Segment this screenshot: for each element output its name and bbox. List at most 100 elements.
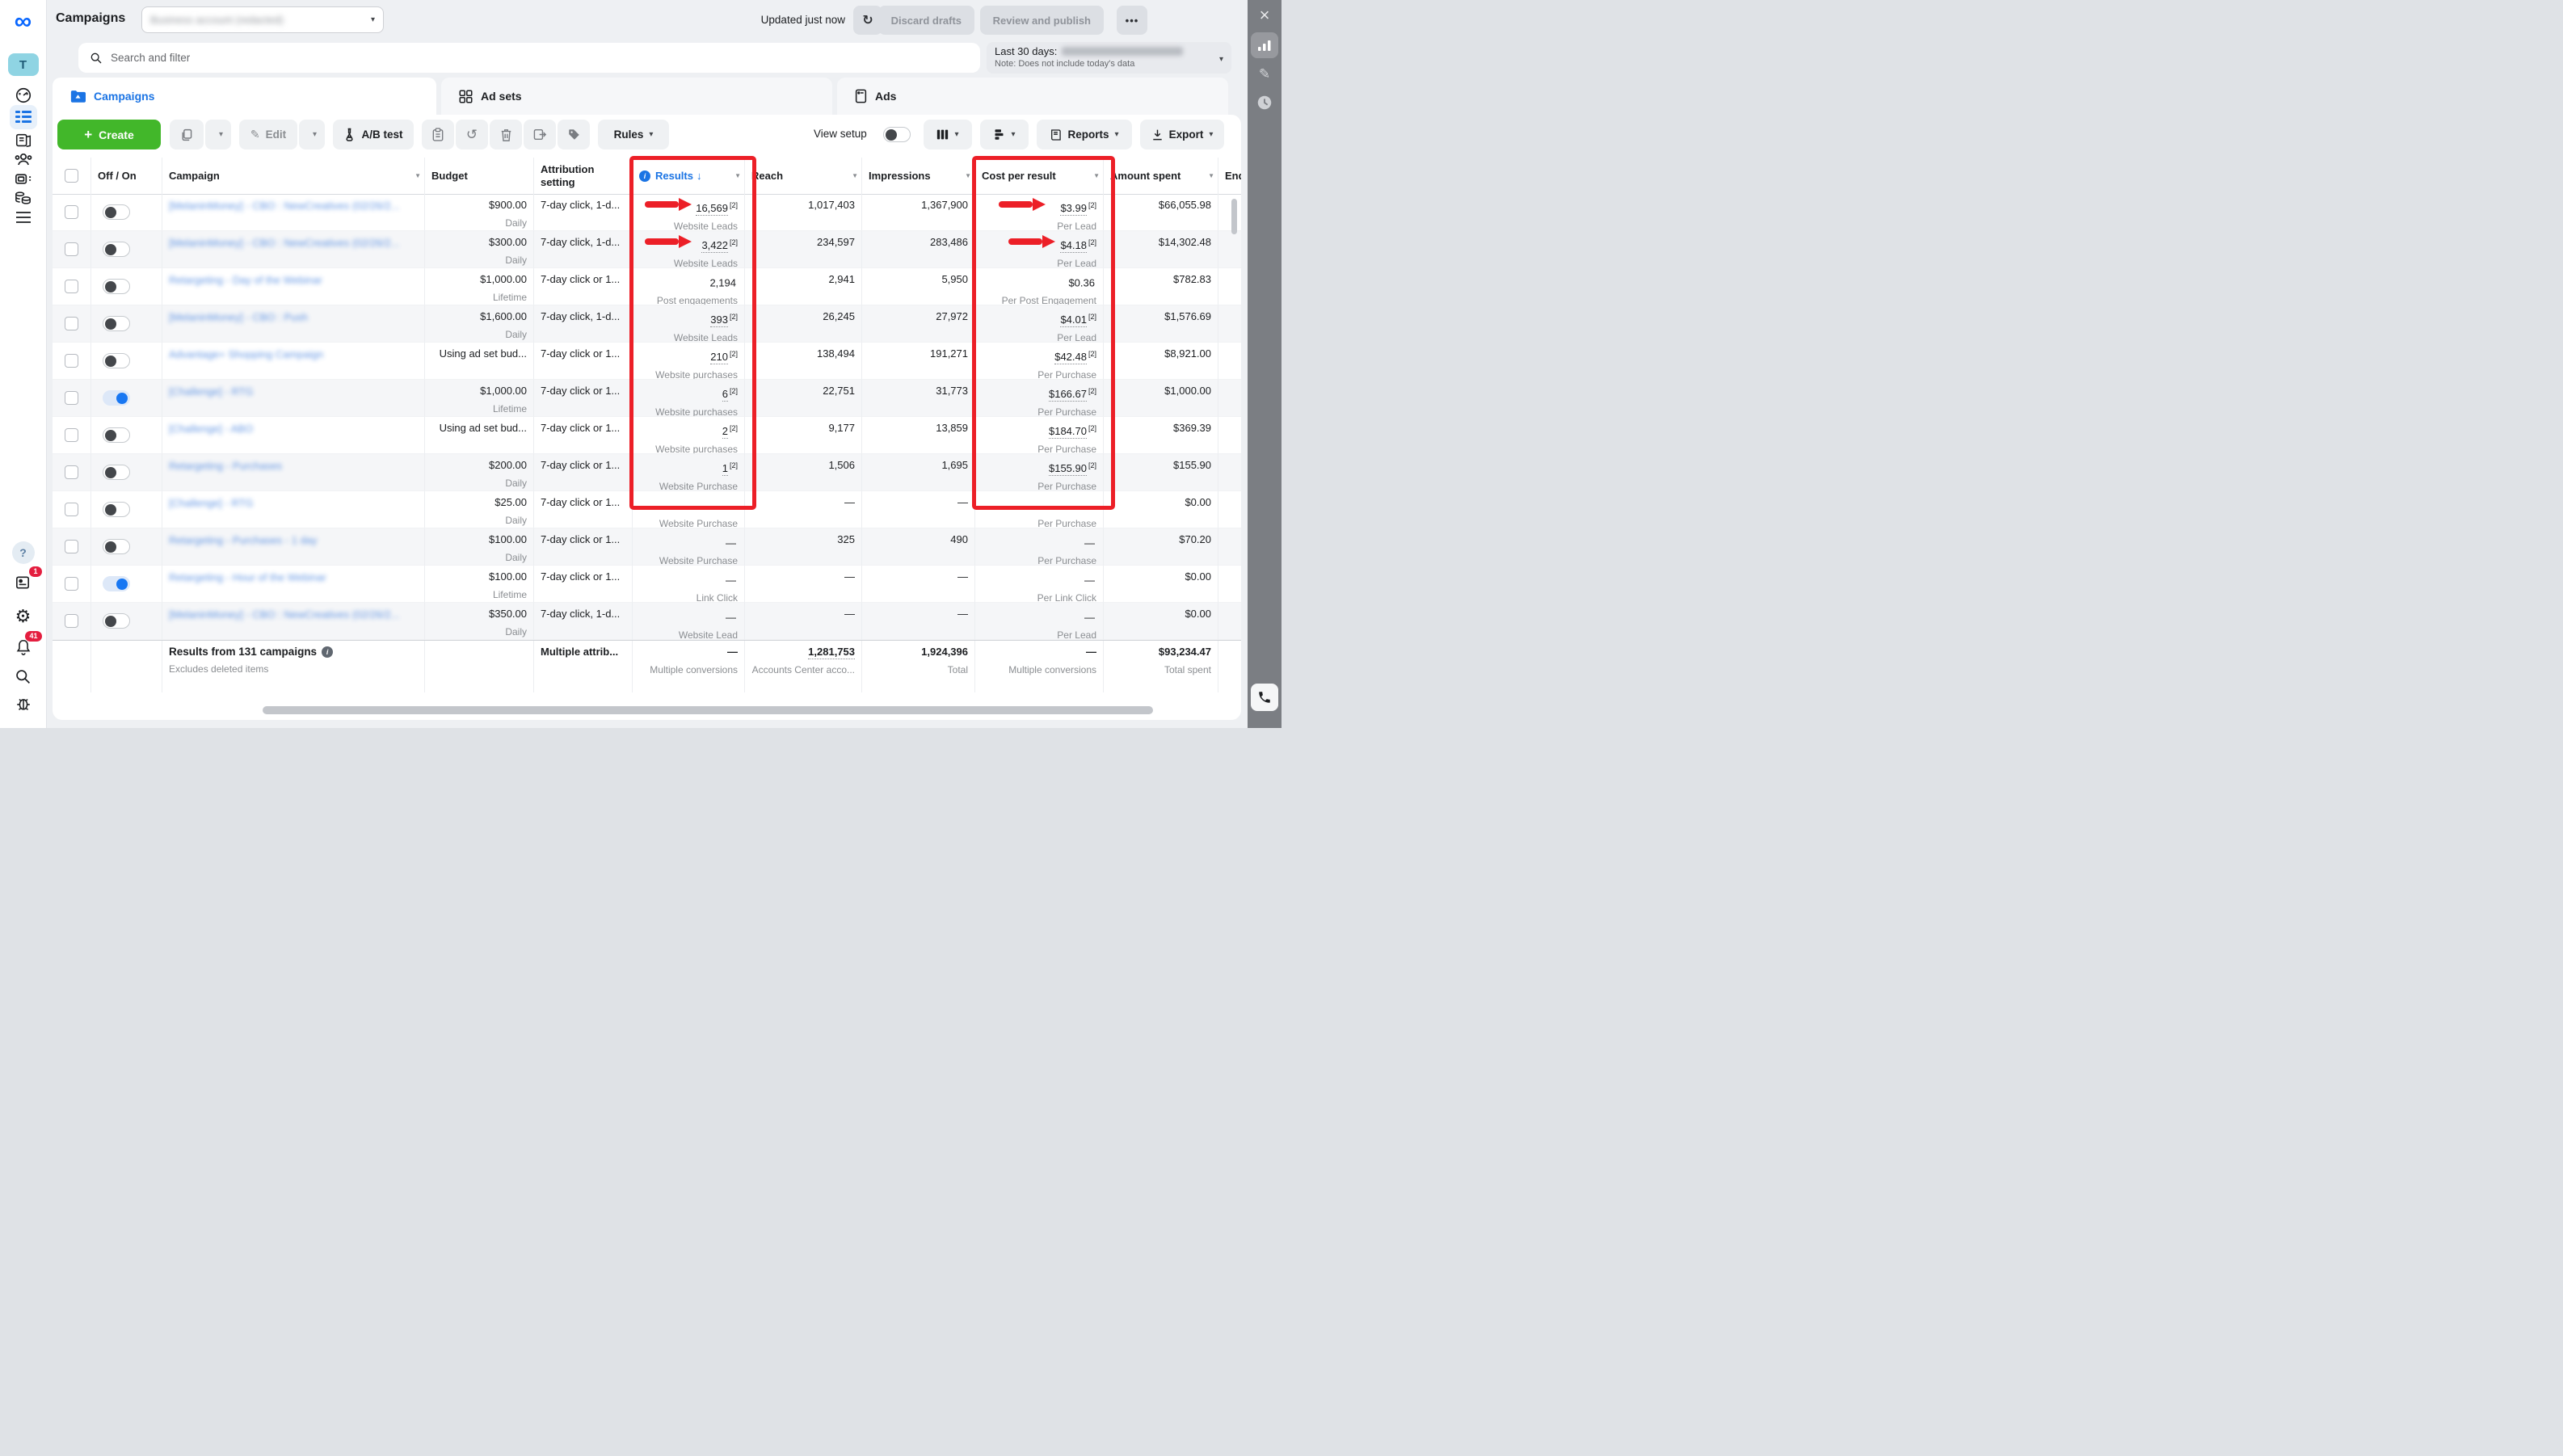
amount-spent-value: $155.90: [1110, 459, 1211, 472]
campaign-name[interactable]: [Challenge] - RTG: [169, 385, 254, 398]
campaign-name[interactable]: Advantage+ Shopping Campaign: [169, 348, 323, 360]
campaign-toggle[interactable]: [103, 502, 130, 517]
campaign-toggle[interactable]: [103, 204, 130, 220]
column-header-impressions[interactable]: Impressions▼: [862, 158, 975, 194]
cost-per-result-type: Per Lead: [982, 258, 1096, 268]
duplicate-caret-button[interactable]: ▾: [205, 120, 231, 149]
campaign-toggle[interactable]: [103, 427, 130, 443]
column-header-amount-spent[interactable]: Amount spent▼: [1104, 158, 1218, 194]
create-button[interactable]: +Create: [57, 120, 161, 149]
reports-button[interactable]: Reports▾: [1037, 120, 1132, 149]
campaign-toggle[interactable]: [103, 242, 130, 257]
date-range-selector[interactable]: Last 30 days: Note: Does not include tod…: [987, 42, 1231, 74]
edit-button[interactable]: ✎Edit: [239, 120, 297, 149]
campaign-name[interactable]: [MelaninMoney] - CBO : NewCreatives (02/…: [169, 608, 399, 621]
horizontal-scrollbar[interactable]: [263, 706, 1153, 714]
export-button[interactable]: Export▾: [1140, 120, 1224, 149]
campaign-name[interactable]: Retargeting - Day of the Webinar: [169, 274, 322, 286]
right-sidebar: × ✎: [1248, 0, 1282, 728]
notifications-bell-icon[interactable]: 41: [13, 637, 34, 658]
campaign-toggle[interactable]: [103, 279, 130, 294]
campaign-toggle[interactable]: [103, 465, 130, 480]
close-icon[interactable]: ×: [1260, 6, 1270, 24]
delete-button[interactable]: [490, 120, 522, 149]
tab-ad-sets[interactable]: Ad sets: [441, 78, 832, 115]
campaign-name[interactable]: [Challenge] - ABO: [169, 423, 253, 435]
impressions-value: —: [869, 570, 968, 583]
vertical-scrollbar[interactable]: [1231, 199, 1237, 234]
campaigns-nav-icon[interactable]: [10, 105, 37, 129]
account-overview-icon[interactable]: [13, 85, 34, 106]
campaign-toggle[interactable]: [103, 613, 130, 629]
campaign-name[interactable]: Retargeting - Purchases: [169, 460, 282, 472]
support-phone-icon[interactable]: [1251, 684, 1278, 711]
discard-drafts-button[interactable]: Discard drafts: [878, 6, 974, 35]
column-header-campaign[interactable]: Campaign▼: [162, 158, 425, 194]
ab-test-button[interactable]: A/B test: [333, 120, 414, 149]
row-checkbox[interactable]: [65, 614, 78, 628]
clipboard-button[interactable]: [422, 120, 454, 149]
rules-button[interactable]: Rules▾: [598, 120, 669, 149]
row-checkbox[interactable]: [65, 317, 78, 330]
column-header-cost-per-result[interactable]: Cost per result▼: [975, 158, 1104, 194]
column-header-attribution[interactable]: Attribution setting: [534, 158, 633, 194]
campaign-toggle[interactable]: [103, 353, 130, 368]
duplicate-button[interactable]: [170, 120, 204, 149]
tag-button[interactable]: [558, 120, 590, 149]
search-nav-icon[interactable]: [13, 666, 34, 687]
breakdown-button[interactable]: ▾: [980, 120, 1029, 149]
move-button[interactable]: [524, 120, 556, 149]
report-bug-icon[interactable]: [13, 693, 34, 714]
campaign-toggle[interactable]: [103, 576, 130, 591]
row-checkbox[interactable]: [65, 540, 78, 553]
row-checkbox[interactable]: [65, 577, 78, 591]
column-header-end[interactable]: End: [1218, 158, 1241, 194]
view-setup-toggle[interactable]: [883, 127, 911, 142]
billing-icon[interactable]: [13, 187, 34, 208]
row-checkbox[interactable]: [65, 354, 78, 368]
row-checkbox[interactable]: [65, 205, 78, 219]
more-options-button[interactable]: •••: [1117, 6, 1147, 35]
campaign-name[interactable]: [MelaninMoney] - CBO : NewCreatives (02/…: [169, 200, 399, 212]
business-avatar[interactable]: T: [8, 53, 39, 76]
row-checkbox[interactable]: [65, 465, 78, 479]
tab-campaigns[interactable]: Campaigns: [53, 78, 436, 115]
settings-gear-icon[interactable]: ⚙: [13, 606, 34, 627]
top-bar: Campaigns Business account (redacted) ▾ …: [46, 0, 1248, 40]
campaign-toggle[interactable]: [103, 539, 130, 554]
undo-button[interactable]: ↺: [456, 120, 488, 149]
edit-caret-button[interactable]: ▾: [299, 120, 325, 149]
history-clock-icon[interactable]: [1256, 94, 1273, 112]
meta-logo-icon[interactable]: ∞: [15, 10, 32, 34]
campaign-toggle[interactable]: [103, 316, 130, 331]
row-checkbox[interactable]: [65, 242, 78, 256]
columns-button[interactable]: ▾: [924, 120, 972, 149]
column-header-results[interactable]: i Results ↓ ▼: [633, 158, 745, 194]
reach-value: —: [751, 496, 855, 509]
column-header-budget[interactable]: Budget: [425, 158, 534, 194]
all-tools-menu-icon[interactable]: [13, 207, 34, 228]
campaign-name[interactable]: [MelaninMoney] - CBO : Push: [169, 311, 308, 323]
inbox-icon[interactable]: 1: [13, 572, 34, 593]
column-header-reach[interactable]: Reach▼: [745, 158, 862, 194]
campaign-name[interactable]: Retargeting - Hour of the Webinar: [169, 571, 326, 583]
account-dropdown[interactable]: Business account (redacted) ▾: [141, 6, 384, 33]
review-publish-button[interactable]: Review and publish: [980, 6, 1104, 35]
search-input[interactable]: Search and filter: [78, 43, 980, 73]
campaign-toggle[interactable]: [103, 390, 130, 406]
row-checkbox[interactable]: [65, 428, 78, 442]
campaign-name[interactable]: Retargeting - Purchases - 1 day: [169, 534, 318, 546]
column-header-on-off[interactable]: Off / On: [91, 158, 162, 194]
help-icon[interactable]: ?: [12, 541, 35, 564]
campaign-name[interactable]: [MelaninMoney] - CBO : NewCreatives (02/…: [169, 237, 399, 249]
row-checkbox[interactable]: [65, 391, 78, 405]
select-all-checkbox[interactable]: [65, 169, 78, 183]
row-checkbox[interactable]: [65, 503, 78, 516]
tab-ads[interactable]: Ads: [837, 78, 1228, 115]
insights-chart-icon[interactable]: [1251, 32, 1278, 58]
row-checkbox[interactable]: [65, 280, 78, 293]
cost-per-result-type: Per Purchase: [982, 481, 1096, 491]
audiences-icon[interactable]: [13, 149, 34, 170]
campaign-name[interactable]: [Challenge] - RTG: [169, 497, 254, 509]
edit-panel-icon[interactable]: ✎: [1259, 66, 1270, 82]
